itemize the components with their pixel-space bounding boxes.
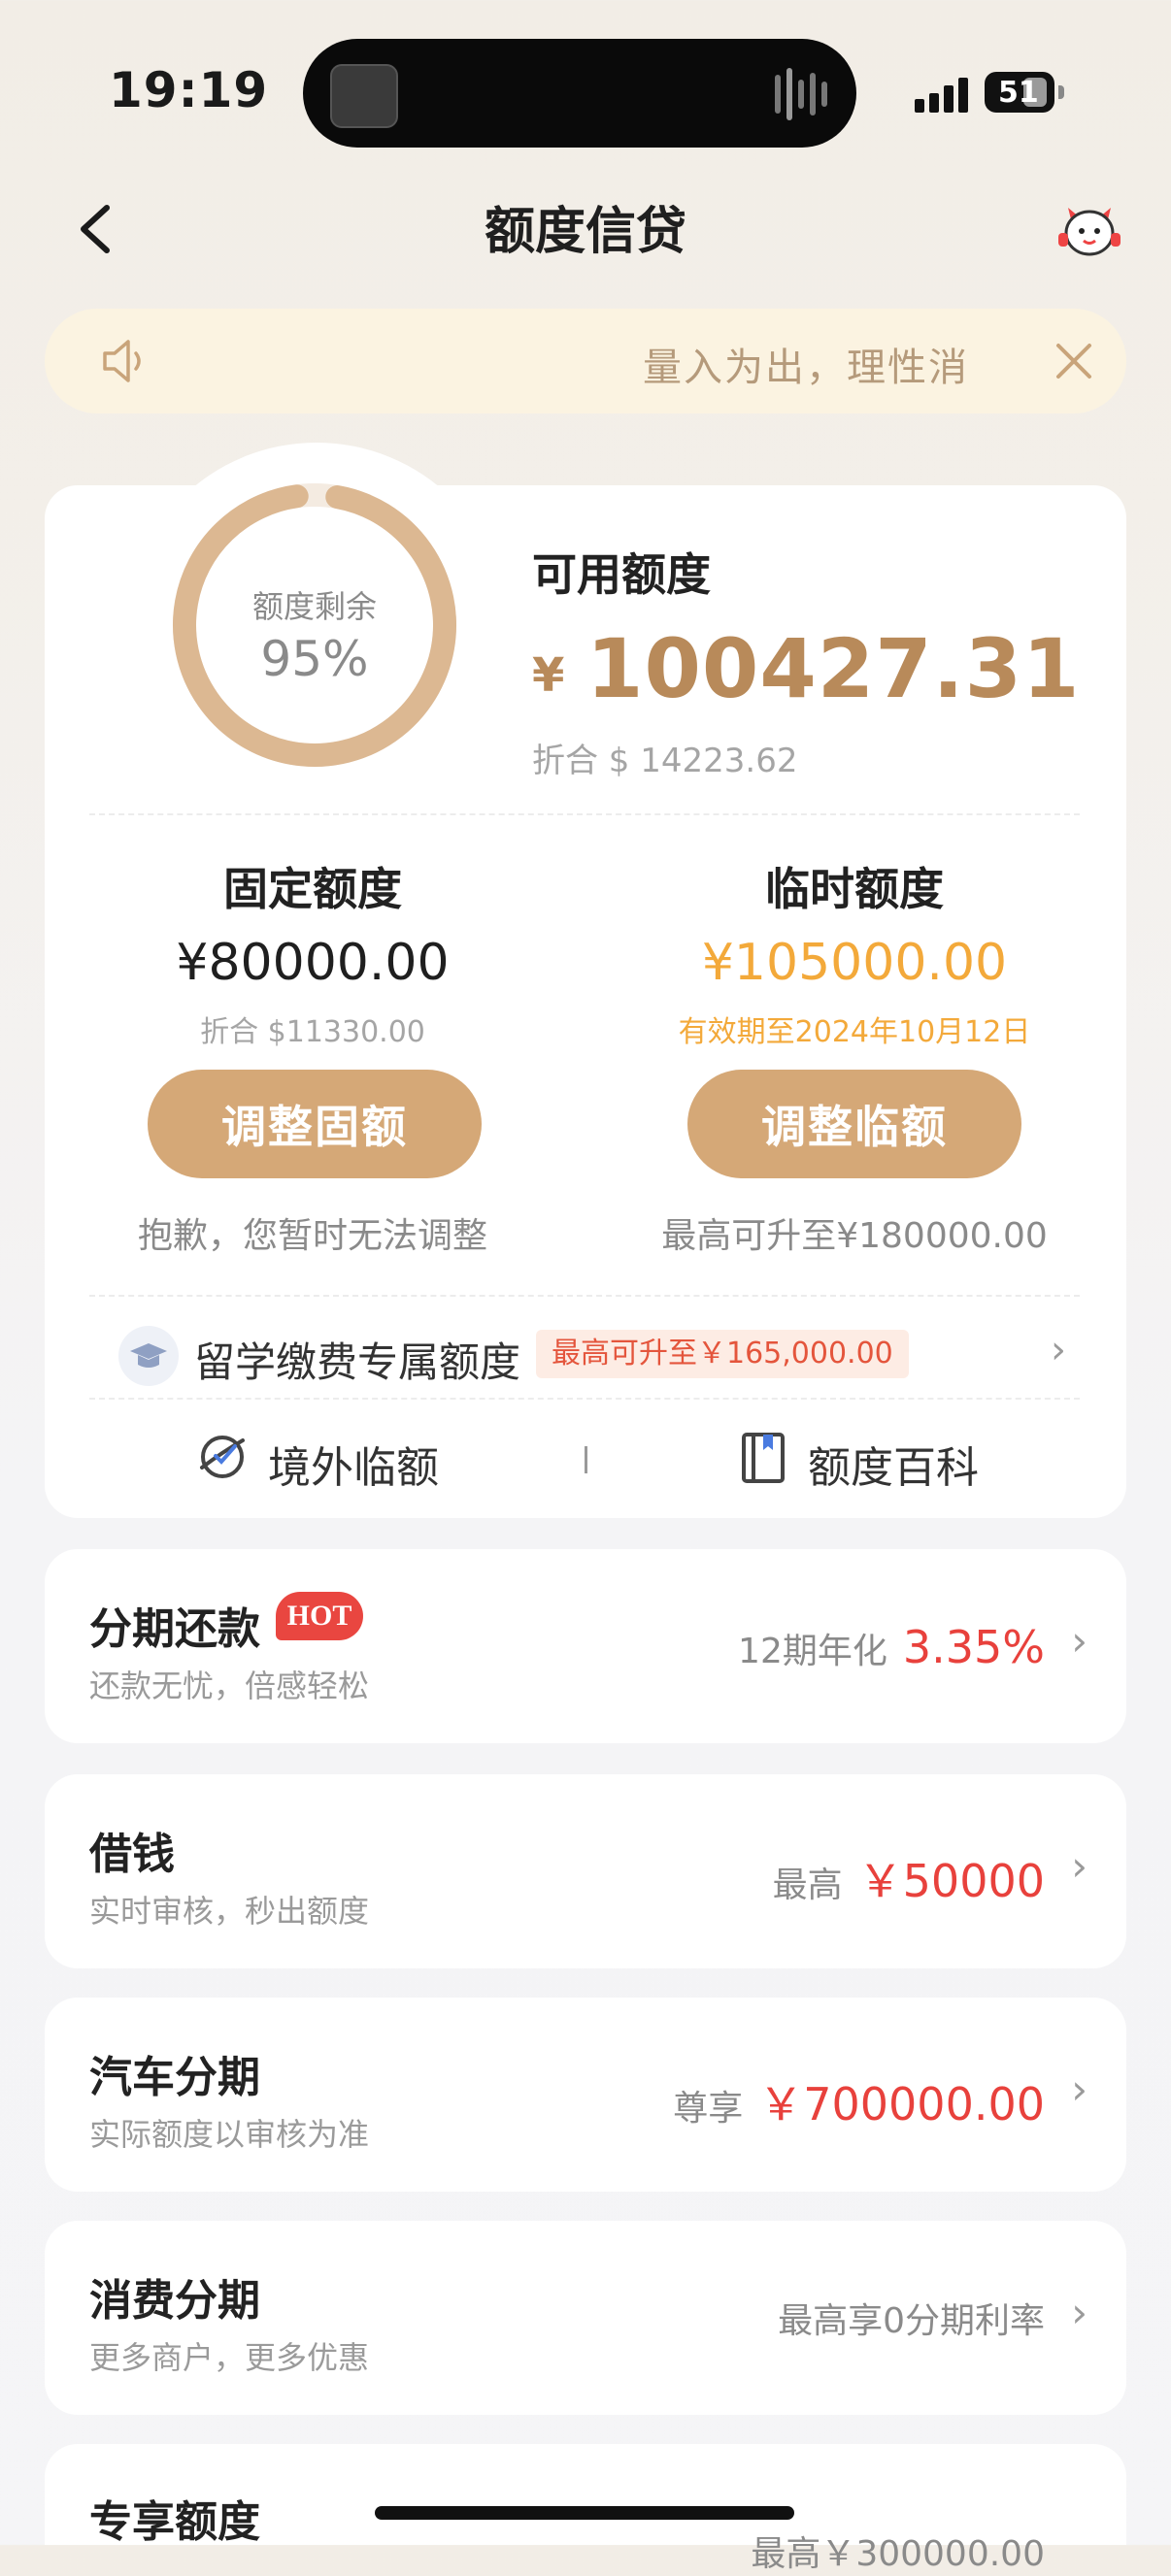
service-title: 借钱 [89,1830,175,1879]
service-prefix: 尊享 [673,2089,744,2129]
battery-tip [1058,85,1064,99]
fixed-quota-usd: 折合 $11330.00 [200,1015,425,1049]
page-title: 额度信贷 [484,203,686,261]
service-subtitle: 实际额度以审核为准 [89,2116,370,2153]
separator [585,1446,587,1473]
notice-text: 量入为出，理性消 [643,346,969,390]
ring-label: 额度剩余 [251,588,377,625]
service-subtitle: 更多商户，更多优惠 [89,2339,370,2376]
service-card-car-loan[interactable]: 汽车分期 实际额度以审核为准 尊享 ￥700000.00 › [45,1998,1126,2192]
quota-wiki-link[interactable]: 额度百科 [808,1433,979,1495]
close-icon[interactable] [1049,336,1099,386]
overseas-quota-link[interactable]: 境外临额 [268,1433,439,1495]
temporary-quota-amount: ¥105000.00 [701,934,1008,992]
service-title: 分期还款 [89,1604,260,1654]
mascot-icon[interactable] [1054,194,1124,264]
service-title: 汽车分期 [89,2053,260,2102]
service-title: 专享额度 [89,2497,260,2547]
fixed-quota-note: 抱歉，您暂时无法调整 [137,1216,487,1256]
service-value: ￥50000 [857,1855,1045,1907]
dynamic-island [303,39,856,148]
service-value: ￥700000.00 [758,2078,1045,2130]
study-quota-badge: 最高可升至￥165,000.00 [536,1330,909,1378]
service-subtitle: 实时审核，秒出额度 [89,1893,370,1930]
service-card-consumer-installment[interactable]: 消费分期 更多商户，更多优惠 最高享0分期利率 › [45,2221,1126,2415]
service-subtitle: 还款无忧，倍感轻松 [89,1668,370,1704]
battery-icon: 51 [985,72,1054,113]
hot-badge: HOT [276,1592,363,1640]
speaker-icon [103,340,141,382]
chevron-right-icon[interactable]: › [1051,1328,1066,1372]
signal-icon [915,74,973,113]
temporary-quota-note: 最高可升至¥180000.00 [661,1216,1048,1256]
chevron-right-icon: › [1071,2065,1087,2113]
fixed-quota-title: 固定额度 [223,863,402,915]
service-card-exclusive-quota[interactable]: 专享额度 最高￥300000.00 [45,2444,1126,2574]
service-value: 3.35% [902,1621,1045,1673]
divider [89,1295,1080,1297]
currency-symbol: ¥ [532,648,565,703]
service-prefix: 最高 [772,1866,843,1905]
home-indicator[interactable] [375,2506,794,2520]
temporary-quota-title: 临时额度 [765,863,944,915]
divider [89,813,1080,815]
fixed-quota-amount: ¥80000.00 [176,934,450,992]
notice-bar[interactable]: 量入为出，理性消 [45,309,1126,413]
available-label: 可用额度 [532,548,711,601]
overseas-quota-icon [200,1436,245,1478]
service-prefix: 12期年化 [738,1632,887,1671]
graduation-cap-icon [118,1326,179,1386]
book-icon [742,1433,785,1483]
service-title: 消费分期 [89,2276,260,2326]
adjust-fixed-button[interactable]: 调整固额 [148,1070,482,1178]
temporary-quota-expiry: 有效期至2024年10月12日 [678,1015,1031,1049]
available-usd: 折合 $ 14223.62 [532,742,798,780]
adjust-temporary-button[interactable]: 调整临额 [687,1070,1021,1178]
service-card-installment[interactable]: 分期还款 HOT 还款无忧，倍感轻松 12期年化 3.35% › [45,1549,1126,1743]
app-thumbnail-icon [330,64,398,128]
chevron-right-icon: › [1071,1617,1087,1665]
service-prefix: 最高￥300000.00 [751,2534,1045,2574]
study-quota-label[interactable]: 留学缴费专属额度 [194,1330,520,1389]
chevron-right-icon: › [1071,2289,1087,2336]
service-prefix: 最高享0分期利率 [778,2301,1045,2341]
audio-wave-icon [775,66,831,122]
service-card-borrow[interactable]: 借钱 实时审核，秒出额度 最高 ￥50000 › [45,1774,1126,1968]
battery-level: 51 [998,75,1039,110]
ring-percent: 95% [260,631,369,687]
status-time: 19:19 [109,62,269,118]
chevron-right-icon: › [1071,1842,1087,1890]
divider [89,1398,1080,1400]
available-amount: 100427.31 [586,621,1081,716]
